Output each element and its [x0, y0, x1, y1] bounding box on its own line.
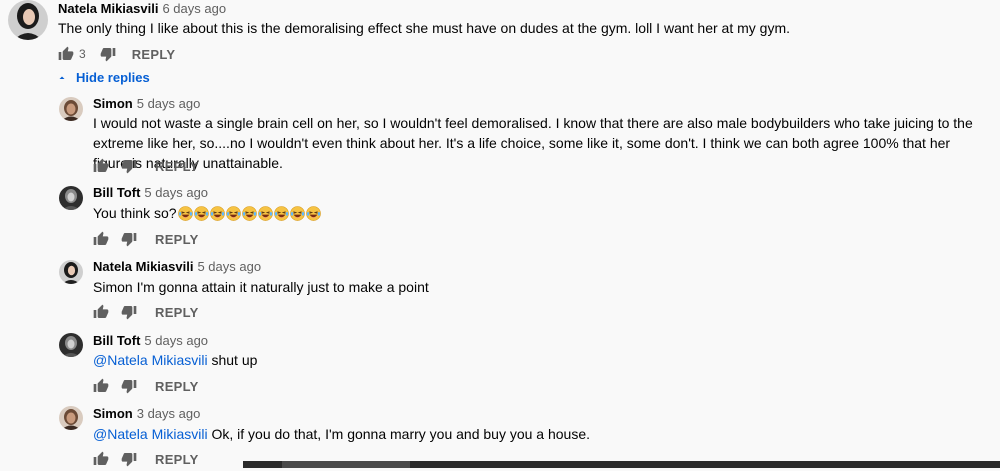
timestamp[interactable]: 5 days ago: [144, 333, 208, 348]
caret-up-icon: [59, 76, 65, 79]
reply-text: You think so?: [93, 203, 983, 223]
bottom-bar: [243, 461, 1000, 468]
timestamp[interactable]: 5 days ago: [144, 185, 208, 200]
reply-text: @Natela Mikiasvili shut up: [93, 350, 983, 370]
emoji-row: [177, 206, 321, 221]
avatar-natela-image: [8, 0, 48, 40]
action-bar: 3 REPLY: [58, 42, 175, 66]
author-name[interactable]: Bill Toft: [93, 185, 140, 200]
like-count: 3: [79, 47, 86, 61]
avatar-natela-image: [59, 260, 83, 284]
mention-link[interactable]: @Natela Mikiasvili: [93, 352, 208, 368]
like-button[interactable]: [93, 231, 109, 247]
reply-header: Bill Toft 5 days ago: [93, 184, 208, 202]
laughing-emoji-icon: [305, 206, 321, 221]
like-button[interactable]: [93, 158, 109, 174]
avatar[interactable]: [59, 260, 83, 284]
avatar[interactable]: [59, 406, 83, 430]
laughing-emoji-icon: [225, 206, 241, 221]
timestamp[interactable]: 6 days ago: [162, 1, 226, 16]
avatar-simon-image: [59, 406, 83, 430]
dislike-button[interactable]: [121, 451, 137, 467]
reply-text: Simon I'm gonna attain it naturally just…: [93, 279, 429, 295]
hide-replies-button[interactable]: Hide replies: [56, 70, 150, 85]
avatar[interactable]: [59, 333, 83, 357]
author-name[interactable]: Natela Mikiasvili: [58, 1, 158, 16]
reply-header: Bill Toft 5 days ago: [93, 332, 208, 350]
laughing-emoji-icon: [289, 206, 305, 221]
thumbs-up-icon: [93, 304, 109, 318]
mention-link[interactable]: @Natela Mikiasvili: [93, 426, 208, 442]
laughing-emoji-icon: [209, 206, 225, 221]
dislike-button[interactable]: [121, 378, 137, 394]
reply-button[interactable]: REPLY: [155, 452, 199, 467]
laughing-emoji-icon: [273, 206, 289, 221]
bottom-bar-segment: [282, 461, 410, 468]
thumbs-up-icon: [93, 451, 109, 465]
action-bar: REPLY: [93, 374, 199, 398]
thumbs-down-icon: [121, 306, 137, 320]
like-button[interactable]: [93, 378, 109, 394]
author-name[interactable]: Bill Toft: [93, 333, 140, 348]
thumbs-down-icon: [121, 233, 137, 247]
dislike-button[interactable]: [121, 158, 137, 174]
timestamp[interactable]: 3 days ago: [137, 406, 201, 421]
laughing-emoji-icon: [193, 206, 209, 221]
thumbs-down-icon: [121, 380, 137, 394]
dislike-button[interactable]: [121, 304, 137, 320]
reply-text-content: Ok, if you do that, I'm gonna marry you …: [207, 426, 591, 442]
thumbs-down-icon: [100, 48, 116, 62]
thumbs-up-icon: [93, 231, 109, 245]
thumbs-down-icon: [121, 160, 137, 174]
action-bar: REPLY: [93, 154, 199, 178]
author-name[interactable]: Simon: [93, 96, 133, 111]
avatar[interactable]: [59, 97, 83, 121]
avatar-simon-image: [59, 97, 83, 121]
reply-button[interactable]: REPLY: [155, 379, 199, 394]
action-bar: REPLY: [93, 300, 199, 324]
avatar[interactable]: [59, 186, 83, 210]
like-button[interactable]: [58, 46, 74, 62]
reply-header: Natela Mikiasvili 5 days ago: [93, 258, 261, 276]
reply-text: I would not waste a single brain cell on…: [93, 115, 973, 171]
laughing-emoji-icon: [241, 206, 257, 221]
avatar-bill-image: [59, 333, 83, 357]
thumbs-up-icon: [58, 46, 74, 60]
author-name[interactable]: Simon: [93, 406, 133, 421]
reply-text-content: shut up: [207, 352, 258, 368]
hide-replies-label: Hide replies: [76, 70, 150, 85]
reply-header: Simon 5 days ago: [93, 95, 200, 113]
like-button[interactable]: [93, 304, 109, 320]
timestamp[interactable]: 5 days ago: [197, 259, 261, 274]
thumbs-up-icon: [93, 158, 109, 172]
reply-button[interactable]: REPLY: [155, 305, 199, 320]
action-bar: REPLY: [93, 227, 199, 251]
dislike-button[interactable]: [121, 231, 137, 247]
avatar-bill-image: [59, 186, 83, 210]
reply-text-content: You think so?: [93, 205, 177, 221]
action-bar: REPLY: [93, 447, 199, 471]
reply-header: Simon 3 days ago: [93, 405, 200, 423]
comment-header: Natela Mikiasvili 6 days ago: [58, 0, 226, 18]
timestamp[interactable]: 5 days ago: [137, 96, 201, 111]
thumbs-down-icon: [121, 453, 137, 467]
thumbs-up-icon: [93, 378, 109, 392]
laughing-emoji-icon: [177, 206, 193, 221]
laughing-emoji-icon: [257, 206, 273, 221]
avatar[interactable]: [8, 0, 48, 40]
dislike-button[interactable]: [100, 46, 116, 62]
reply-button[interactable]: REPLY: [155, 232, 199, 247]
like-button[interactable]: [93, 451, 109, 467]
reply-text: @Natela Mikiasvili Ok, if you do that, I…: [93, 424, 983, 444]
reply-button[interactable]: REPLY: [132, 47, 176, 62]
author-name[interactable]: Natela Mikiasvili: [93, 259, 193, 274]
reply-button[interactable]: REPLY: [155, 159, 199, 174]
comment-text: The only thing I like about this is the …: [58, 20, 791, 36]
